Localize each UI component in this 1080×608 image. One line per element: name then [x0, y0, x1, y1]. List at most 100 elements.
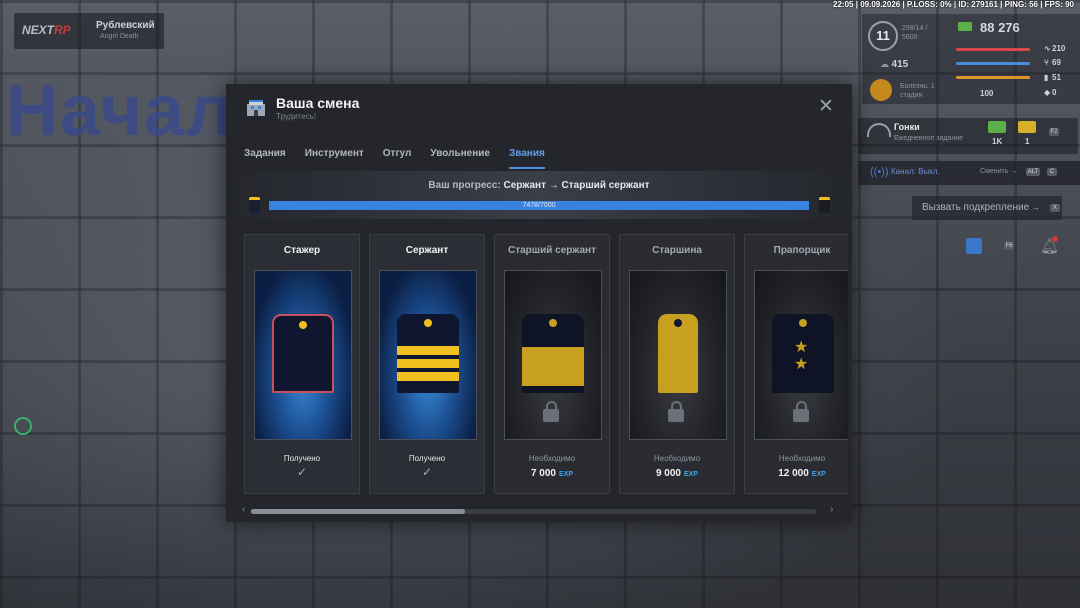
backup-key-hint: X [1050, 204, 1060, 212]
rank-status: Необходимо [778, 454, 826, 463]
radio-channel-status: Канал: Выкл. [891, 167, 940, 176]
ticket-reward-icon [1018, 121, 1036, 133]
modal-title: Ваша смена [276, 95, 360, 111]
rank-art [254, 270, 352, 440]
hunger-bar [956, 62, 1030, 65]
reward-key-hint: F2 [1049, 128, 1059, 136]
level-progress-text: 298/14 / 5600 [902, 25, 928, 41]
key-alt: ALT [1026, 168, 1040, 176]
lock-icon [668, 401, 684, 422]
modal-tabs: Задания Инструмент Отгул Увольнение Зван… [244, 148, 564, 169]
modal-subtitle: Трудитесь! [276, 112, 317, 121]
rank-art: ★ ★ [754, 270, 848, 440]
rank-card-senior-sergeant[interactable]: Старший сержант Необходимо 7 000 EXP [494, 234, 610, 494]
thirst-bar [956, 76, 1030, 79]
rank-name: Стажер [283, 245, 321, 256]
server-info-bar: 22:05 | 09.09.2026 | P.LOSS: 0% | ID: 27… [833, 0, 1074, 9]
progress-label: Ваш прогресс: Сержант → Старший сержант [428, 180, 650, 191]
cash-reward-icon [988, 121, 1006, 133]
stat-hunger: ⑂ 69 [1044, 58, 1061, 67]
location-sub: Angel Death [100, 33, 139, 40]
rank-art [504, 270, 602, 440]
radio-switch-hint: Сменить → [980, 168, 1018, 175]
health-bar [956, 48, 1030, 51]
rank-art [379, 270, 477, 440]
star-icon: ★ [794, 339, 809, 356]
epaulette-praporshchik-icon: ★ ★ [772, 314, 834, 393]
epaulette-button [549, 319, 557, 327]
epaulette-starshina-icon [658, 314, 698, 393]
daily-task-sub: Ежедневное задание [894, 135, 963, 142]
epaulette-sergeant-icon [397, 314, 459, 393]
notification-badge [1052, 236, 1058, 242]
radio-icon: ((•)) [870, 166, 889, 178]
epaulette-button [424, 319, 432, 327]
epaulette-button [299, 321, 307, 329]
rank-status: Получено [408, 454, 446, 463]
daily-task-panel[interactable] [858, 118, 1078, 154]
rank-status: Необходимо [653, 454, 701, 463]
sickness-text: Болезнь: 1 стадия [900, 83, 935, 99]
server-logo: NEXTRP [22, 23, 71, 37]
epaulette-senior-sergeant-icon [522, 314, 584, 393]
next-rank-mini-icon [819, 197, 830, 213]
daily-task-title: Гонки [894, 122, 920, 132]
close-icon[interactable]: ✕ [818, 97, 834, 117]
cards-scrollbar[interactable] [250, 509, 816, 514]
rank-card-trainee[interactable]: Стажер Получено ✓ [244, 234, 360, 494]
sickness-value: 100 [980, 89, 994, 98]
rank-name: Старшина [652, 245, 702, 256]
tab-resignation[interactable]: Увольнение [430, 148, 490, 169]
rank-name: Старший сержант [507, 245, 596, 256]
ticket-reward-label: 1 [1025, 137, 1030, 146]
rank-cards-carousel: Стажер Получено ✓ Сержант Получено ✓ Ста… [244, 234, 848, 496]
key-c: C [1047, 168, 1057, 176]
calendar-icon[interactable] [966, 238, 982, 254]
sickness-icon [870, 79, 892, 101]
lock-icon [543, 401, 559, 422]
epaulette-button [674, 319, 682, 327]
current-rank-mini-icon [249, 197, 260, 213]
stat-health: ∿210 [1044, 44, 1066, 53]
tab-day-off[interactable]: Отгул [383, 148, 412, 169]
shift-modal: Ваша смена Трудитесь! ✕ Задания Инструме… [226, 84, 852, 522]
arrow-right-icon: → [1031, 203, 1040, 212]
rank-card-sergeant[interactable]: Сержант Получено ✓ [369, 234, 485, 494]
shield-icon: ◆ [1044, 88, 1051, 97]
epaulette-button [799, 319, 807, 327]
tab-tools[interactable]: Инструмент [305, 148, 364, 169]
rank-status: Необходимо [528, 454, 576, 463]
cash-reward-label: 1K [992, 137, 1003, 146]
fork-icon: ⑂ [1044, 58, 1049, 67]
voice-indicator-icon [14, 417, 32, 435]
money-icon [958, 22, 972, 31]
rank-name: Прапорщик [773, 245, 831, 256]
rank-card-starshina[interactable]: Старшина Необходимо 9 000 EXP [619, 234, 735, 494]
background-sign: Начал [6, 71, 234, 151]
scroll-right-arrow[interactable]: › [830, 504, 833, 515]
progress-bar: 7478/7000 [269, 201, 809, 210]
scroll-left-arrow[interactable]: ‹ [242, 504, 245, 515]
check-icon: ✓ [296, 465, 308, 479]
rank-progress-section: Ваш прогресс: Сержант → Старший сержант … [226, 171, 852, 219]
epaulette-trainee-icon [272, 314, 334, 393]
rank-exp-required: 12 000 EXP [778, 468, 826, 479]
tab-tasks[interactable]: Задания [244, 148, 286, 169]
scrollbar-thumb[interactable] [251, 509, 465, 514]
lock-icon [793, 401, 809, 422]
star-icon: ★ [794, 356, 809, 373]
rank-art [629, 270, 727, 440]
progress-text: 7478/7000 [522, 202, 556, 209]
stat-thirst: ▮ 51 [1044, 73, 1061, 82]
check-icon: ✓ [421, 465, 433, 479]
tab-ranks[interactable]: Звания [508, 148, 545, 169]
players-icon: ☁ [880, 59, 892, 69]
stat-armor: ◆ 0 [1044, 88, 1057, 97]
calendar-key-hint: F6 [1004, 242, 1014, 250]
money-value: 88 276 [980, 20, 1020, 35]
drink-icon: ▮ [1044, 73, 1049, 82]
online-count: ☁ 415 [880, 59, 909, 70]
level-badge: 11 [868, 21, 898, 51]
rank-card-praporshchik[interactable]: Прапорщик ★ ★ Необходимо 12 000 EXP [744, 234, 848, 494]
pulse-icon: ∿ [1044, 44, 1051, 53]
